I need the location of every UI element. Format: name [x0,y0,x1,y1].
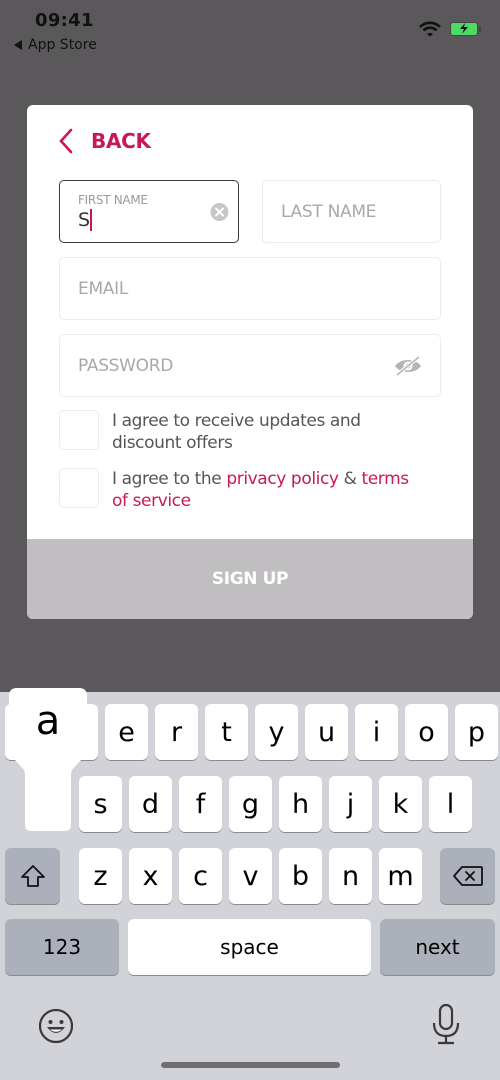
popup-key-label: a [35,698,61,744]
back-app-label: App Store [28,37,97,53]
first-name-text: S [78,209,91,231]
wifi-icon [419,21,441,37]
back-button[interactable]: BACK [57,127,151,155]
key-d[interactable]: d [129,776,172,832]
first-name-label: FIRST NAME [78,193,148,207]
last-name-field[interactable]: LAST NAME [262,180,441,243]
shift-icon [20,865,45,887]
last-name-placeholder: LAST NAME [281,201,377,222]
next-key[interactable]: next [380,919,495,975]
back-triangle-icon [14,40,22,50]
key-k[interactable]: k [379,776,422,832]
key-r[interactable]: r [155,704,198,760]
privacy-policy-link[interactable]: privacy policy [226,469,339,489]
space-key[interactable]: space [128,919,371,975]
shift-key[interactable] [5,848,60,904]
key-v[interactable]: v [229,848,272,904]
password-placeholder: PASSWORD [78,355,174,376]
chevron-left-icon [59,128,73,154]
updates-checkbox[interactable] [59,410,99,450]
key-m[interactable]: m [379,848,422,904]
key-b[interactable]: b [279,848,322,904]
first-name-value: S [78,209,93,231]
password-field[interactable]: PASSWORD [59,334,441,397]
eye-off-icon[interactable] [393,355,423,377]
email-field[interactable]: EMAIL [59,257,441,320]
key-x[interactable]: x [129,848,172,904]
key-z[interactable]: z [79,848,122,904]
key-f[interactable]: f [179,776,222,832]
home-indicator [161,1062,340,1068]
delete-key[interactable] [440,848,495,904]
key-p[interactable]: p [455,704,498,760]
key-u[interactable]: u [305,704,348,760]
key-y[interactable]: y [255,704,298,760]
status-time: 09:41 [35,10,94,31]
key-l[interactable]: l [429,776,472,832]
key-j[interactable]: j [329,776,372,832]
key-i[interactable]: i [355,704,398,760]
key-n[interactable]: n [329,848,372,904]
key-t[interactable]: t [205,704,248,760]
sign-up-button[interactable]: SIGN UP [27,539,473,619]
key-h[interactable]: h [279,776,322,832]
battery-charging-icon [450,22,478,36]
back-to-app-store[interactable]: App Store [14,37,97,53]
key-o[interactable]: o [405,704,448,760]
key-popup: a [9,688,87,831]
updates-consent-text: I agree to receive updates and discount … [112,411,361,453]
text-caret [90,209,93,231]
terms-consent-row: I agree to the privacy policy & terms of… [59,468,412,512]
numbers-key[interactable]: 123 [5,919,119,975]
microphone-icon[interactable] [430,1003,462,1047]
terms-amp: & [338,469,362,489]
emoji-icon[interactable] [37,1007,75,1045]
first-name-field[interactable]: FIRST NAME S [59,180,239,243]
battery-nub [479,26,481,32]
backspace-icon [452,866,483,886]
terms-checkbox[interactable] [59,468,99,508]
back-label: BACK [91,129,151,153]
clear-icon[interactable] [210,202,229,221]
key-g[interactable]: g [229,776,272,832]
updates-consent-row: I agree to receive updates and discount … [59,410,412,454]
email-placeholder: EMAIL [78,278,129,299]
key-e[interactable]: e [105,704,148,760]
terms-prefix: I agree to the [112,469,227,489]
terms-consent-text: I agree to the privacy policy & terms of… [112,468,412,512]
key-c[interactable]: c [179,848,222,904]
signup-card: BACK FIRST NAME S LAST NAME EMAIL PASSWO… [27,105,473,619]
